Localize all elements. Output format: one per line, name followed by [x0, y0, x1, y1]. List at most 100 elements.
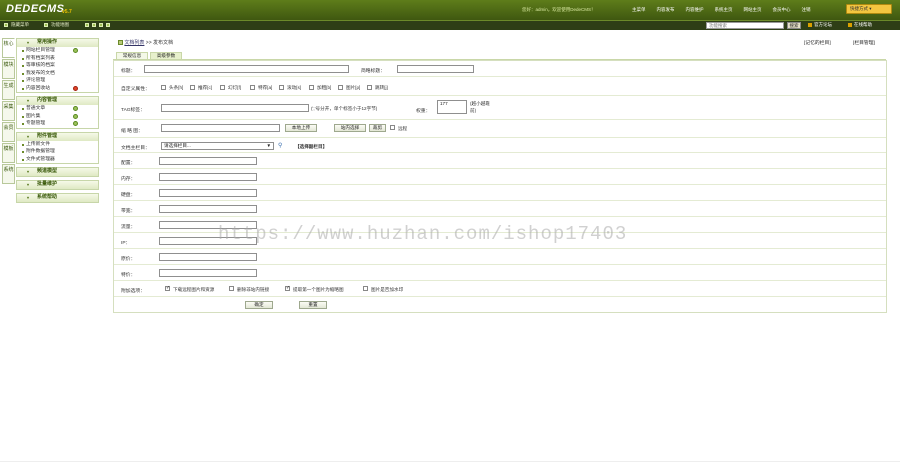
quick-menu-button[interactable]: 快捷方式 ▾	[846, 4, 892, 14]
forum-label: 官方论坛	[814, 22, 832, 27]
sidebar-item-file-manager[interactable]: 文件式管理器	[17, 156, 98, 164]
sidebar-group-header[interactable]: 频道模型	[17, 168, 98, 176]
disk-input[interactable]	[159, 189, 257, 197]
attr-checkbox[interactable]	[309, 85, 314, 90]
first-image-thumb-checkbox[interactable]: ✓	[285, 285, 290, 291]
attr-checkbox[interactable]	[367, 85, 372, 90]
attr-checkbox[interactable]	[338, 85, 343, 90]
attr-checkbox[interactable]	[190, 85, 195, 90]
sub-column-link[interactable]: 【选择副栏目】	[295, 144, 327, 150]
left-tab-module[interactable]: 模块	[2, 59, 15, 79]
tab-general[interactable]: 常规信息	[116, 52, 148, 60]
remote-checkbox[interactable]	[390, 125, 395, 130]
crop-button[interactable]: 裁剪	[369, 124, 386, 132]
site-select-button[interactable]: 站内选择	[334, 124, 366, 132]
sidebar-item-recycle[interactable]: 内容回收站	[17, 85, 98, 93]
top-nav-logout[interactable]: 注销	[802, 7, 811, 13]
attr-label: 图片[p]	[346, 85, 361, 90]
sidebar-group-content: 内容管理 普通文章 图片集 专题管理	[16, 96, 99, 129]
left-tab-core[interactable]: 核心	[2, 38, 15, 58]
top-nav-system-home[interactable]: 系统主页	[715, 7, 733, 13]
top-nav-member[interactable]: 会员中心	[773, 7, 791, 13]
attr-label: 推荐[c]	[198, 85, 213, 90]
attr-checkbox[interactable]	[279, 85, 284, 90]
left-tab-system[interactable]: 系统	[2, 164, 15, 184]
remove-links-checkbox[interactable]	[229, 286, 234, 291]
top-nav-site-home[interactable]: 网站主页	[744, 7, 762, 13]
thumb-input[interactable]	[161, 124, 280, 132]
left-tab-generate[interactable]: 生成	[2, 80, 15, 100]
sidebar-item-topic[interactable]: 专题管理	[17, 120, 98, 128]
sidebar-group-header[interactable]: 系统帮助	[17, 194, 98, 202]
title-label: 标题：	[121, 69, 136, 74]
top-nav-publish[interactable]: 内容发布	[657, 7, 675, 13]
category-manage-link[interactable]: [栏目管理]	[853, 39, 875, 46]
sidebar-group-header[interactable]: 批量维护	[17, 181, 98, 189]
breadcrumb: 文档列表 >> 发布文档	[118, 39, 173, 46]
sidebar-item-pending[interactable]: 等审核的档案	[17, 62, 98, 70]
hide-menu-link[interactable]: 隐藏菜单	[11, 22, 29, 28]
search-button[interactable]: 搜索	[787, 22, 801, 29]
short-title-input[interactable]	[397, 65, 474, 73]
column-select[interactable]: 请选择栏目... ▼	[161, 142, 274, 150]
special-price-input[interactable]	[159, 269, 257, 277]
field-row: 原价：	[114, 249, 886, 265]
add-icon[interactable]	[73, 113, 78, 119]
sidebar-item-attachment-data[interactable]: 附件数据管理	[17, 148, 98, 156]
search-icon[interactable]: ⚲	[278, 142, 282, 149]
sidebar-item-label: 所有档案列表	[26, 55, 55, 61]
layout-icon-1[interactable]	[85, 23, 89, 27]
sidebar-item-label: 等审核的档案	[26, 63, 55, 68]
top-nav-main[interactable]: 主菜单	[632, 7, 646, 13]
sidebar-item-upload[interactable]: 上传新文件	[17, 141, 98, 149]
function-search-input[interactable]	[706, 22, 784, 29]
column-select-value: 请选择栏目...	[164, 143, 191, 148]
attr-label: 跳转[j]	[375, 85, 388, 90]
reset-button[interactable]: 重置	[299, 301, 327, 309]
left-tab-collect[interactable]: 采集	[2, 101, 15, 121]
top-nav-maintain[interactable]: 内容维护	[686, 7, 704, 13]
sidebar-group-header[interactable]: 附件管理	[17, 132, 98, 141]
config-input[interactable]	[159, 157, 257, 165]
sidebar-item-my-docs[interactable]: 我发布的文档	[17, 70, 98, 78]
extra-label: 图片是否加水印	[371, 287, 404, 292]
sidebar-item-category[interactable]: 网站栏目管理	[17, 47, 98, 55]
sidebar-item-comments[interactable]: 评论管理	[17, 77, 98, 85]
add-icon[interactable]	[73, 121, 78, 126]
left-tab-member[interactable]: 会员	[2, 122, 15, 142]
attr-checkbox[interactable]	[250, 85, 255, 90]
bandwidth-input[interactable]	[159, 205, 257, 213]
sidebar-group-header[interactable]: 内容管理	[17, 97, 98, 105]
tag-input[interactable]	[161, 104, 309, 112]
forum-link[interactable]: 官方论坛	[808, 22, 832, 28]
attr-checkbox[interactable]	[220, 85, 225, 90]
sidebar-item-all-docs[interactable]: 所有档案列表	[17, 55, 98, 63]
sidebar-item-image-set[interactable]: 图片集	[17, 113, 98, 121]
remembered-category-link[interactable]: [记忆的栏目]	[804, 39, 831, 46]
attr-checkbox[interactable]	[161, 85, 166, 90]
help-link[interactable]: 在线帮助	[848, 22, 872, 28]
attr-label: 特荐[a]	[258, 85, 273, 90]
download-remote-checkbox[interactable]: ✓	[165, 285, 170, 291]
sidebar-item-article[interactable]: 普通文章	[17, 105, 98, 113]
add-icon[interactable]	[73, 48, 78, 53]
left-tab-template[interactable]: 模板	[2, 143, 15, 163]
original-price-input[interactable]	[159, 253, 257, 261]
submit-button[interactable]: 确定	[245, 301, 273, 309]
layout-icon-2[interactable]	[92, 23, 96, 27]
layout-icon-3[interactable]	[99, 23, 103, 27]
tab-advanced[interactable]: 高级参数	[150, 52, 182, 60]
title-input[interactable]	[144, 65, 349, 73]
weight-input[interactable]: 177	[437, 100, 467, 114]
delete-icon[interactable]	[73, 85, 78, 91]
hide-menu-icon	[4, 23, 8, 27]
layout-icon-4[interactable]	[106, 23, 110, 27]
watermark-checkbox[interactable]	[363, 286, 368, 291]
add-icon[interactable]	[73, 106, 78, 111]
upload-button[interactable]: 本地上传	[285, 124, 317, 132]
field-label: 流量：	[121, 225, 136, 230]
sidebar-group-header[interactable]: 常用操作	[17, 39, 98, 47]
memory-input[interactable]	[159, 173, 257, 181]
function-map-link[interactable]: 功能地图	[51, 22, 69, 28]
breadcrumb-link[interactable]: 文档列表	[124, 40, 144, 46]
